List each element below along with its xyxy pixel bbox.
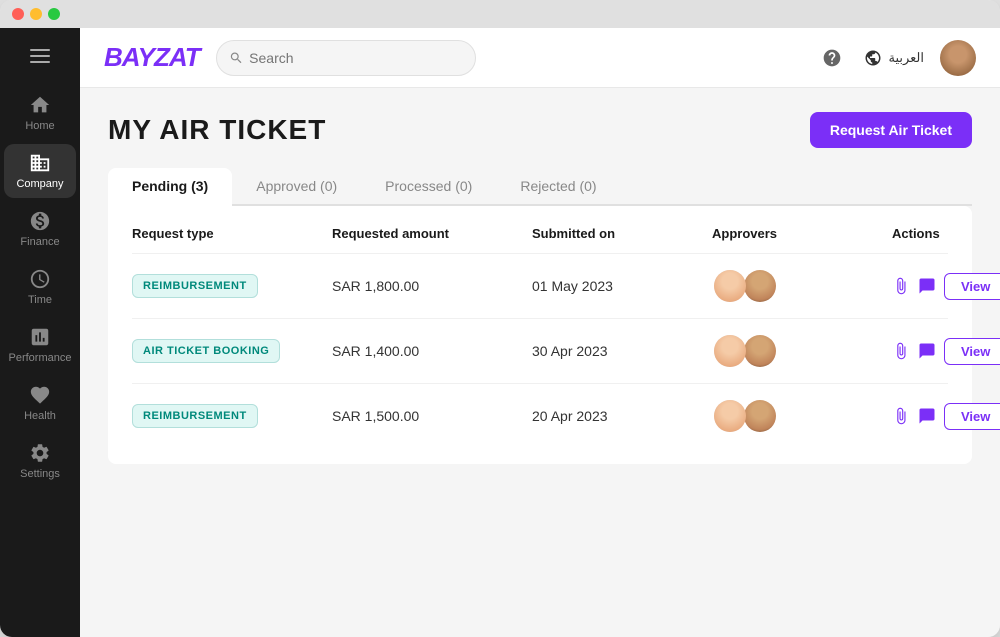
close-dot[interactable] [12,8,24,20]
col-request-type: Request type [132,226,332,241]
col-submitted-on: Submitted on [532,226,712,241]
approver-avatar-male [742,268,778,304]
home-icon [29,94,51,116]
header-actions: العربية [816,40,976,76]
tab-rejected[interactable]: Rejected (0) [496,168,620,206]
comment-icon[interactable] [918,272,936,300]
sidebar-company-label: Company [16,178,63,190]
row1-date: 01 May 2023 [532,278,712,294]
row1-actions: View ⋮ [892,272,1000,300]
tab-pending[interactable]: Pending (3) [108,168,232,206]
col-actions: Actions [892,226,1000,241]
sidebar-health-label: Health [24,410,56,422]
hamburger-button[interactable] [20,36,60,76]
table-row: REIMBURSEMENT SAR 1,500.00 20 Apr 2023 [132,383,948,448]
attachment-icon[interactable] [892,272,910,300]
sidebar-settings-label: Settings [20,468,60,480]
row2-amount: SAR 1,400.00 [332,343,532,359]
help-button[interactable] [816,42,848,74]
attachment-icon[interactable] [892,337,910,365]
sidebar-time-label: Time [28,294,52,306]
approver-avatar-female [712,333,748,369]
help-icon [822,48,842,68]
sidebar-item-home[interactable]: Home [4,86,76,140]
table-container: Request type Requested amount Submitted … [108,206,972,464]
row1-amount: SAR 1,800.00 [332,278,532,294]
request-air-ticket-button[interactable]: Request Air Ticket [810,112,972,148]
row2-actions: View ⋮ [892,337,1000,365]
row1-view-button[interactable]: View [944,273,1000,300]
finance-icon [29,210,51,232]
sidebar-item-company[interactable]: Company [4,144,76,198]
tab-processed[interactable]: Processed (0) [361,168,496,206]
maximize-dot[interactable] [48,8,60,20]
tab-approved[interactable]: Approved (0) [232,168,361,206]
row2-approvers [712,333,892,369]
health-icon [29,384,51,406]
tabs-bar: Pending (3) Approved (0) Processed (0) R… [108,168,972,206]
row3-approvers [712,398,892,434]
approver-avatar-female [712,398,748,434]
performance-icon [29,326,51,348]
app-header: BAYZAT [80,28,1000,88]
sidebar-item-performance[interactable]: Performance [4,318,76,372]
sidebar-item-settings[interactable]: Settings [4,434,76,488]
sidebar-item-health[interactable]: Health [4,376,76,430]
company-icon [29,152,51,174]
sidebar-home-label: Home [25,120,54,132]
row3-type-tag: REIMBURSEMENT [132,404,258,428]
page-title: MY AIR TICKET [108,114,326,146]
row3-type-cell: REIMBURSEMENT [132,404,332,428]
language-button[interactable]: العربية [864,49,924,67]
hamburger-icon [30,55,50,57]
search-icon [229,50,244,66]
approver-avatar-male [742,398,778,434]
table-row: REIMBURSEMENT SAR 1,800.00 01 May 2023 [132,253,948,318]
titlebar [0,0,1000,28]
search-bar[interactable] [216,40,476,76]
main-content: BAYZAT [80,28,1000,637]
search-input[interactable] [249,50,462,66]
row2-type-tag: AIR TICKET BOOKING [132,339,280,363]
row2-view-button[interactable]: View [944,338,1000,365]
page-header: MY AIR TICKET Request Air Ticket [108,112,972,148]
comment-icon[interactable] [918,337,936,365]
time-icon [29,268,51,290]
row3-view-button[interactable]: View [944,403,1000,430]
col-approvers: Approvers [712,226,892,241]
sidebar-item-time[interactable]: Time [4,260,76,314]
row1-type-cell: REIMBURSEMENT [132,274,332,298]
attachment-icon[interactable] [892,402,910,430]
comment-icon[interactable] [918,402,936,430]
table-header: Request type Requested amount Submitted … [132,206,948,253]
page-content: MY AIR TICKET Request Air Ticket Pending… [80,88,1000,637]
hamburger-icon [30,61,50,63]
row1-type-tag: REIMBURSEMENT [132,274,258,298]
col-requested-amount: Requested amount [332,226,532,241]
user-avatar[interactable] [940,40,976,76]
row2-date: 30 Apr 2023 [532,343,712,359]
sidebar: Home Company Finance Ti [0,28,80,637]
hamburger-icon [30,49,50,51]
approver-avatar-female [712,268,748,304]
language-label: العربية [888,50,924,66]
sidebar-item-finance[interactable]: Finance [4,202,76,256]
settings-icon [29,442,51,464]
row2-type-cell: AIR TICKET BOOKING [132,339,332,363]
approver-avatar-male [742,333,778,369]
row1-approvers [712,268,892,304]
sidebar-finance-label: Finance [20,236,59,248]
row3-amount: SAR 1,500.00 [332,408,532,424]
table-row: AIR TICKET BOOKING SAR 1,400.00 30 Apr 2… [132,318,948,383]
minimize-dot[interactable] [30,8,42,20]
app-window: Home Company Finance Ti [0,0,1000,637]
row3-actions: View ⋮ [892,402,1000,430]
logo: BAYZAT [104,42,200,73]
sidebar-performance-label: Performance [9,352,72,364]
row3-date: 20 Apr 2023 [532,408,712,424]
globe-icon [864,49,882,67]
